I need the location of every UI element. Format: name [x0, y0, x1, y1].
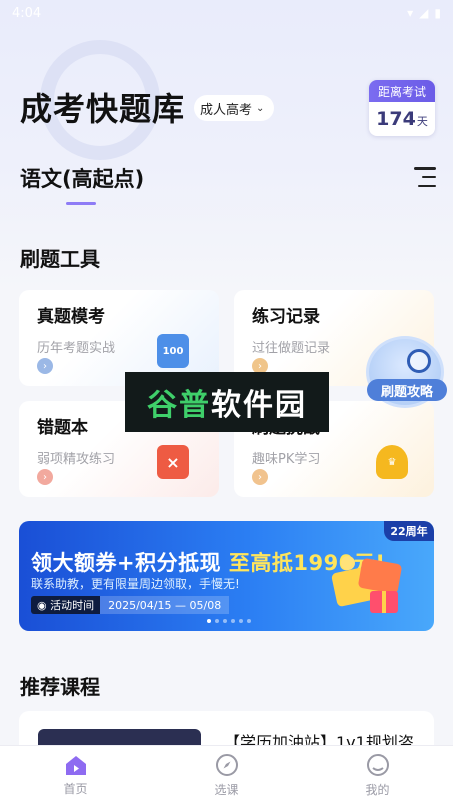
- banner-headline-main: 领大额券+积分抵现: [31, 551, 229, 575]
- pagination-dot: [247, 619, 251, 623]
- watermark-overlay: 谷普 软件园: [125, 372, 329, 432]
- score-100-icon: 100: [157, 334, 189, 368]
- status-bar: 4:04 ▾ ◢ ▮: [0, 0, 453, 26]
- banner-subtitle: 联系助教，更有限量周边领取，手慢无!: [31, 577, 240, 591]
- banner-period-value: 2025/04/15 — 05/08: [100, 596, 230, 614]
- pagination-dot: [207, 619, 211, 623]
- arrow-right-icon: ›: [37, 358, 53, 374]
- magnifier-icon: [407, 349, 431, 373]
- menu-line: [418, 184, 436, 187]
- tab-label: 首页: [63, 782, 88, 796]
- exam-type-selector[interactable]: 成人高考 ⌄: [194, 95, 275, 121]
- tools-section-title: 刷题工具: [20, 247, 100, 271]
- exam-type-label: 成人高考: [200, 102, 253, 118]
- tab-courses[interactable]: 选课: [151, 746, 302, 805]
- banner-period-label-text: 活动时间: [50, 599, 95, 612]
- home-icon: [65, 756, 86, 775]
- user-icon: [366, 754, 389, 776]
- banner-pagination: [207, 619, 251, 623]
- coupon-gift-illustration: [331, 556, 402, 613]
- menu-line: [414, 167, 436, 170]
- subject-tab-indicator: [66, 202, 96, 205]
- menu-line: [422, 175, 436, 179]
- countdown-value-wrap: 174 天: [369, 102, 435, 136]
- subject-tab[interactable]: 语文(高起点): [20, 163, 144, 193]
- pagination-dot: [223, 619, 227, 623]
- tool-card-title: 练习记录: [252, 307, 320, 327]
- strategy-label: 刷题攻略: [367, 379, 447, 401]
- pagination-dot: [239, 619, 243, 623]
- exam-countdown[interactable]: 距离考试 174 天: [369, 80, 435, 136]
- crown-icon: ♛: [376, 445, 408, 479]
- courses-section-title: 推荐课程: [20, 675, 100, 699]
- pagination-dot: [231, 619, 235, 623]
- app-title: 成考快题库: [20, 90, 186, 128]
- banner-period-label: ◉ 活动时间: [31, 596, 101, 614]
- tool-card-title: 真题模考: [37, 307, 105, 327]
- status-icons: ▾ ◢ ▮: [407, 6, 441, 20]
- bottom-tab-bar: 首页 选课 我的: [0, 745, 453, 805]
- battery-icon: ▮: [434, 6, 441, 20]
- compass-icon: [215, 754, 238, 776]
- status-time: 4:04: [12, 5, 42, 21]
- tab-home[interactable]: 首页: [0, 746, 151, 805]
- tab-label: 选课: [214, 783, 239, 797]
- menu-icon[interactable]: [414, 167, 436, 187]
- pagination-dot: [215, 619, 219, 623]
- countdown-unit: 天: [416, 115, 428, 128]
- watermark-text-green: 谷普: [147, 388, 211, 423]
- mistake-book-icon: ×: [157, 445, 189, 479]
- strategy-floating-button[interactable]: 刷题攻略: [366, 336, 447, 408]
- anniversary-badge: 22周年: [384, 521, 434, 541]
- wifi-icon: ▾: [407, 6, 414, 20]
- arrow-right-icon: ›: [37, 469, 53, 485]
- signal-icon: ◢: [419, 6, 429, 20]
- chevron-down-icon: ⌄: [256, 102, 265, 114]
- watermark-text-white: 软件园: [211, 388, 307, 423]
- countdown-label: 距离考试: [369, 80, 435, 102]
- promo-banner[interactable]: 22周年 领大额券+积分抵现 至高抵1990元! 联系助教，更有限量周边领取，手…: [19, 521, 434, 631]
- arrow-right-icon: ›: [252, 469, 268, 485]
- banner-period: ◉ 活动时间 2025/04/15 — 05/08: [31, 596, 230, 614]
- countdown-value: 174: [376, 108, 416, 130]
- tab-profile[interactable]: 我的: [302, 746, 453, 805]
- tab-label: 我的: [365, 783, 390, 797]
